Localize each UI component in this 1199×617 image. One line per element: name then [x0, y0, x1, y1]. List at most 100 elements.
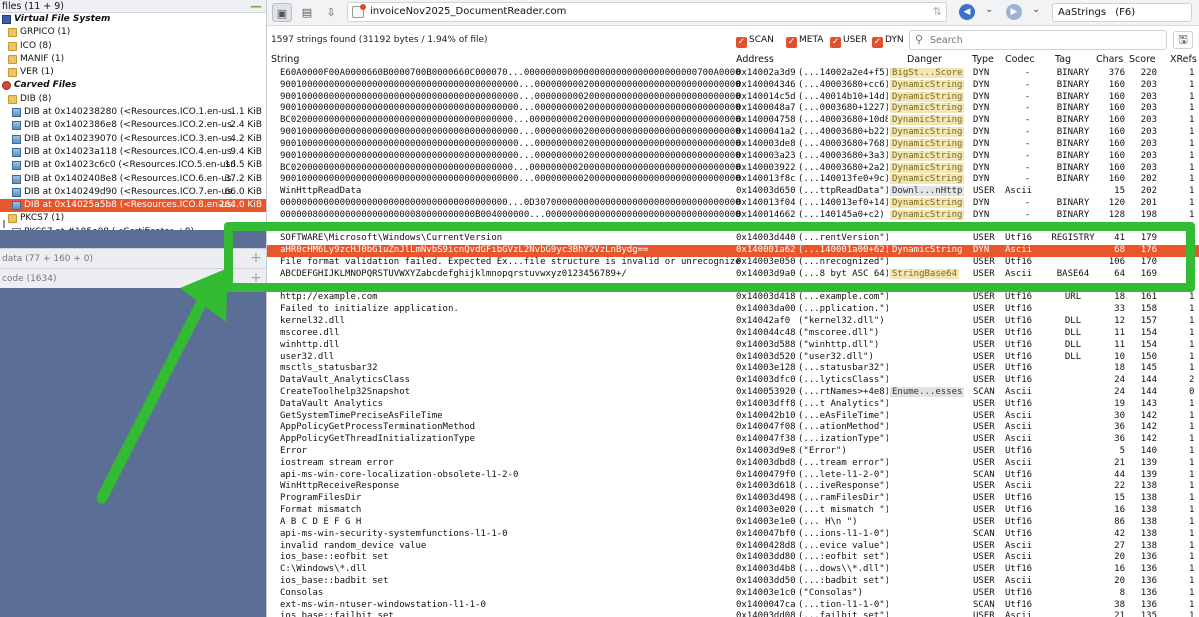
table-row[interactable]: A B C D E F G H 0x14003e1e0 (... H\n ") USE…	[267, 517, 1199, 529]
table-row[interactable]: 0000000000000000000000000000000000000000…	[267, 197, 1199, 210]
chars-cell: 33	[1114, 304, 1125, 315]
tree-item[interactable]: PKCS7 at #185e08 (<Certificate>+8)	[0, 226, 266, 230]
table-row[interactable]: C:\Windows\*.dll 0x14003d4b8 (...dows\\*.d…	[267, 564, 1199, 576]
col-string[interactable]: String	[271, 54, 299, 65]
table-row[interactable]: AppPolicyGetProcessTerminationMethod 0x14…	[267, 422, 1199, 434]
table-row[interactable]: ABCDEFGHIJKLMNOPQRSTUVWXYZabcdefghijklmn…	[267, 268, 1199, 281]
export-icon[interactable]: ⇩	[321, 3, 341, 22]
table-row[interactable]: WinHttpReadData 0x14003d650 (...ttpReadDat…	[267, 186, 1199, 198]
tree-item[interactable]: PKCS7 (1)	[0, 212, 266, 225]
table-row[interactable]: mscoree.dll 0x140044c48 ("mscoree.dll") USE…	[267, 328, 1199, 340]
strings-mode-button[interactable]: AaStrings (F6)	[1052, 3, 1192, 22]
table-row[interactable]: 9001000000000000000000000000000000000000…	[267, 103, 1199, 115]
sort-icon[interactable]: ⇅	[933, 5, 942, 18]
table-row[interactable]: api-ms-win-core-localization-obsolete-l1…	[267, 470, 1199, 482]
table-row[interactable]: SOFTWARE\Microsoft\Windows\CurrentVersio…	[267, 233, 1199, 245]
table-row[interactable]: Failed to initialize application. 0x14003…	[267, 304, 1199, 316]
table-row[interactable]: File format validation failed. Expected …	[267, 257, 1199, 269]
table-row[interactable]: invalid random_device value 0x1400428d8 (.…	[267, 541, 1199, 553]
table-row[interactable]: 9001000000000000000000000000000000000000…	[267, 138, 1199, 151]
table-row[interactable]: DataVault Analytics 0x14003dff8 (...t Anal…	[267, 399, 1199, 411]
col-tag[interactable]: Tag	[1055, 54, 1071, 65]
table-row[interactable]: CreateToolhelp32Snapshot 0x140053920 (...r…	[267, 386, 1199, 399]
tree-item[interactable]: DIB at 0x140238280 (<Resources.ICO.1.en-…	[0, 106, 266, 119]
checkbox-checked-icon[interactable]: ✓	[872, 37, 883, 48]
preview-cell: (...izationType")	[798, 434, 888, 445]
tree-item[interactable]: DIB at 0x1402408e8 (<Resources.ICO.6.en-…	[0, 173, 266, 186]
table-row[interactable]: BC02000000000000000000000000000000000000…	[267, 115, 1199, 127]
table-row[interactable]: 9001000000000000000000000000000000000000…	[267, 127, 1199, 139]
col-score[interactable]: Score	[1129, 54, 1156, 65]
col-chars[interactable]: Chars	[1096, 54, 1123, 65]
table-row[interactable]: user32.dll 0x14003d520 ("user32.dll") USER U…	[267, 352, 1199, 364]
col-danger[interactable]: Danger	[907, 54, 942, 65]
filter-meta[interactable]: ✓ META	[786, 34, 823, 48]
table-row[interactable]: BC02000000000000000000000000000000000000…	[267, 162, 1199, 175]
table-row[interactable]: 9001000000000000000000000000000000000000…	[267, 91, 1199, 104]
search-box[interactable]: ⚲	[909, 30, 1167, 50]
expand-plus-icon[interactable]: +	[249, 271, 263, 285]
tree-item[interactable]: DIB at 0x14023c6c0 (<Resources.ICO.5.en-…	[0, 159, 266, 172]
table-row[interactable]	[267, 222, 1199, 234]
tree-header[interactable]: files (11 + 9) —	[0, 0, 266, 13]
col-xrefs[interactable]: XRefs	[1170, 54, 1197, 65]
forward-icon[interactable]: ▶	[1006, 4, 1022, 20]
tree-item[interactable]: MANIF (1)	[0, 53, 266, 66]
tree-item[interactable]: DIB at 0x1402386e8 (<Resources.ICO.2.en-…	[0, 119, 266, 132]
table-row[interactable]: ext-ms-win-ntuser-windowstation-l1-1-0 0x…	[267, 600, 1199, 612]
table-row[interactable]: api-ms-win-security-systemfunctions-l1-1…	[267, 529, 1199, 541]
address-bar[interactable]: invoiceNov2025_DocumentReader.com ⇅	[347, 2, 947, 22]
checkbox-checked-icon[interactable]: ✓	[786, 37, 797, 48]
col-address[interactable]: Address	[736, 54, 774, 65]
col-type[interactable]: Type	[972, 54, 994, 65]
table-row[interactable]: ios_base::failbit set 0x14003dd08 (...fail…	[267, 611, 1199, 617]
table-row[interactable]: winhttp.dll 0x14003d588 ("winhttp.dll") USE…	[267, 340, 1199, 352]
search-input[interactable]	[930, 33, 1160, 47]
table-row[interactable]: 000000800000000000000000080000000000B004…	[267, 209, 1199, 222]
table-row[interactable]: ios_base::eofbit set 0x14003dd80 (...:eofb…	[267, 552, 1199, 564]
table-row[interactable]: Consolas 0x14003e1c0 ("Consolas") USER Utf16…	[267, 588, 1199, 600]
checkbox-checked-icon[interactable]: ✓	[736, 37, 747, 48]
filter-user[interactable]: ✓ USER	[830, 34, 867, 48]
table-row[interactable]: AppPolicyGetThreadInitializationType 0x14…	[267, 434, 1199, 446]
table-row[interactable]: WinHttpReceiveResponse 0x14003d618 (...ive…	[267, 481, 1199, 493]
tree-item[interactable]: DIB at 0x140249d90 (<Resources.ICO.7.en-…	[0, 186, 266, 199]
tree-item[interactable]: Virtual File System	[0, 13, 266, 26]
col-codec[interactable]: Codec	[1005, 54, 1035, 65]
table-row[interactable]	[267, 281, 1199, 293]
checkbox-checked-icon[interactable]: ✓	[830, 37, 841, 48]
save-icon[interactable]: 🖫	[1173, 31, 1193, 49]
table-row[interactable]: ProgramFilesDir 0x14003d498 (...ramFilesDi…	[267, 493, 1199, 505]
table-row[interactable]: DataVault_AnalyticsClass 0x14003dfc0 (...l…	[267, 375, 1199, 387]
filter-scan[interactable]: ✓ SCAN	[736, 34, 774, 48]
expand-plus-icon[interactable]: +	[249, 251, 263, 265]
table-row[interactable]: msctls_statusbar32 0x14003e128 (...statusb…	[267, 363, 1199, 375]
tree-item[interactable]: DIB at 0x14025a5b8 (<Resources.ICO.8.en-…	[0, 199, 266, 213]
table-row[interactable]: 9001000000000000000000000000000000000000…	[267, 174, 1199, 186]
table-row[interactable]: iostream stream error 0x14003dbd8 (...trea…	[267, 458, 1199, 470]
collapse-icon[interactable]: —	[250, 0, 262, 12]
tree-item[interactable]: ICO (8)	[0, 40, 266, 53]
tree-item[interactable]: Carved Files	[0, 79, 266, 92]
table-row[interactable]: ios_base::badbit set 0x14003dd50 (...:badb…	[267, 576, 1199, 588]
document-icon[interactable]: ▤	[297, 3, 317, 22]
forward-chevron-down-icon[interactable]: ⌄	[1032, 4, 1040, 15]
table-row[interactable]: kernel32.dll 0x14042af0 ("kernel32.dll") US…	[267, 316, 1199, 328]
table-row[interactable]: E60A0000F00A0000660B0000700B0000660C0000…	[267, 68, 1199, 80]
tree-item[interactable]: GRPICO (1)	[0, 26, 266, 39]
tree-item[interactable]: DIB at 0x140239070 (<Resources.ICO.3.en-…	[0, 133, 266, 146]
table-row[interactable]: GetSystemTimePreciseAsFileTime 0x140042b1…	[267, 411, 1199, 423]
table-row[interactable]: Error 0x14003d9e8 ("Error") USER Utf16 5 140 1	[267, 446, 1199, 458]
tree-item[interactable]: VER (1)	[0, 66, 266, 79]
table-row[interactable]: aHR0cHM6Ly9zcHJ0bG1uZnJlLmNvbS9icnQvdGFi…	[267, 245, 1199, 257]
table-row[interactable]: 9001000000000000000000000000000000000000…	[267, 79, 1199, 92]
table-row[interactable]: 9001000000000000000000000000000000000000…	[267, 150, 1199, 163]
tree-item[interactable]: DIB at 0x14023a118 (<Resources.ICO.4.en-…	[0, 146, 266, 159]
tree-item[interactable]: DIB (8)	[0, 93, 266, 106]
filter-dyn[interactable]: ✓ DYN	[872, 34, 904, 48]
table-row[interactable]: http://example.com 0x14003d418 (...example…	[267, 292, 1199, 304]
back-icon[interactable]: ◀	[959, 4, 975, 20]
back-chevron-down-icon[interactable]: ⌄	[985, 4, 993, 15]
table-row[interactable]: Format mismatch 0x14003e020 (...t mismatch…	[267, 505, 1199, 517]
layout-icon[interactable]: ▣	[272, 3, 292, 22]
